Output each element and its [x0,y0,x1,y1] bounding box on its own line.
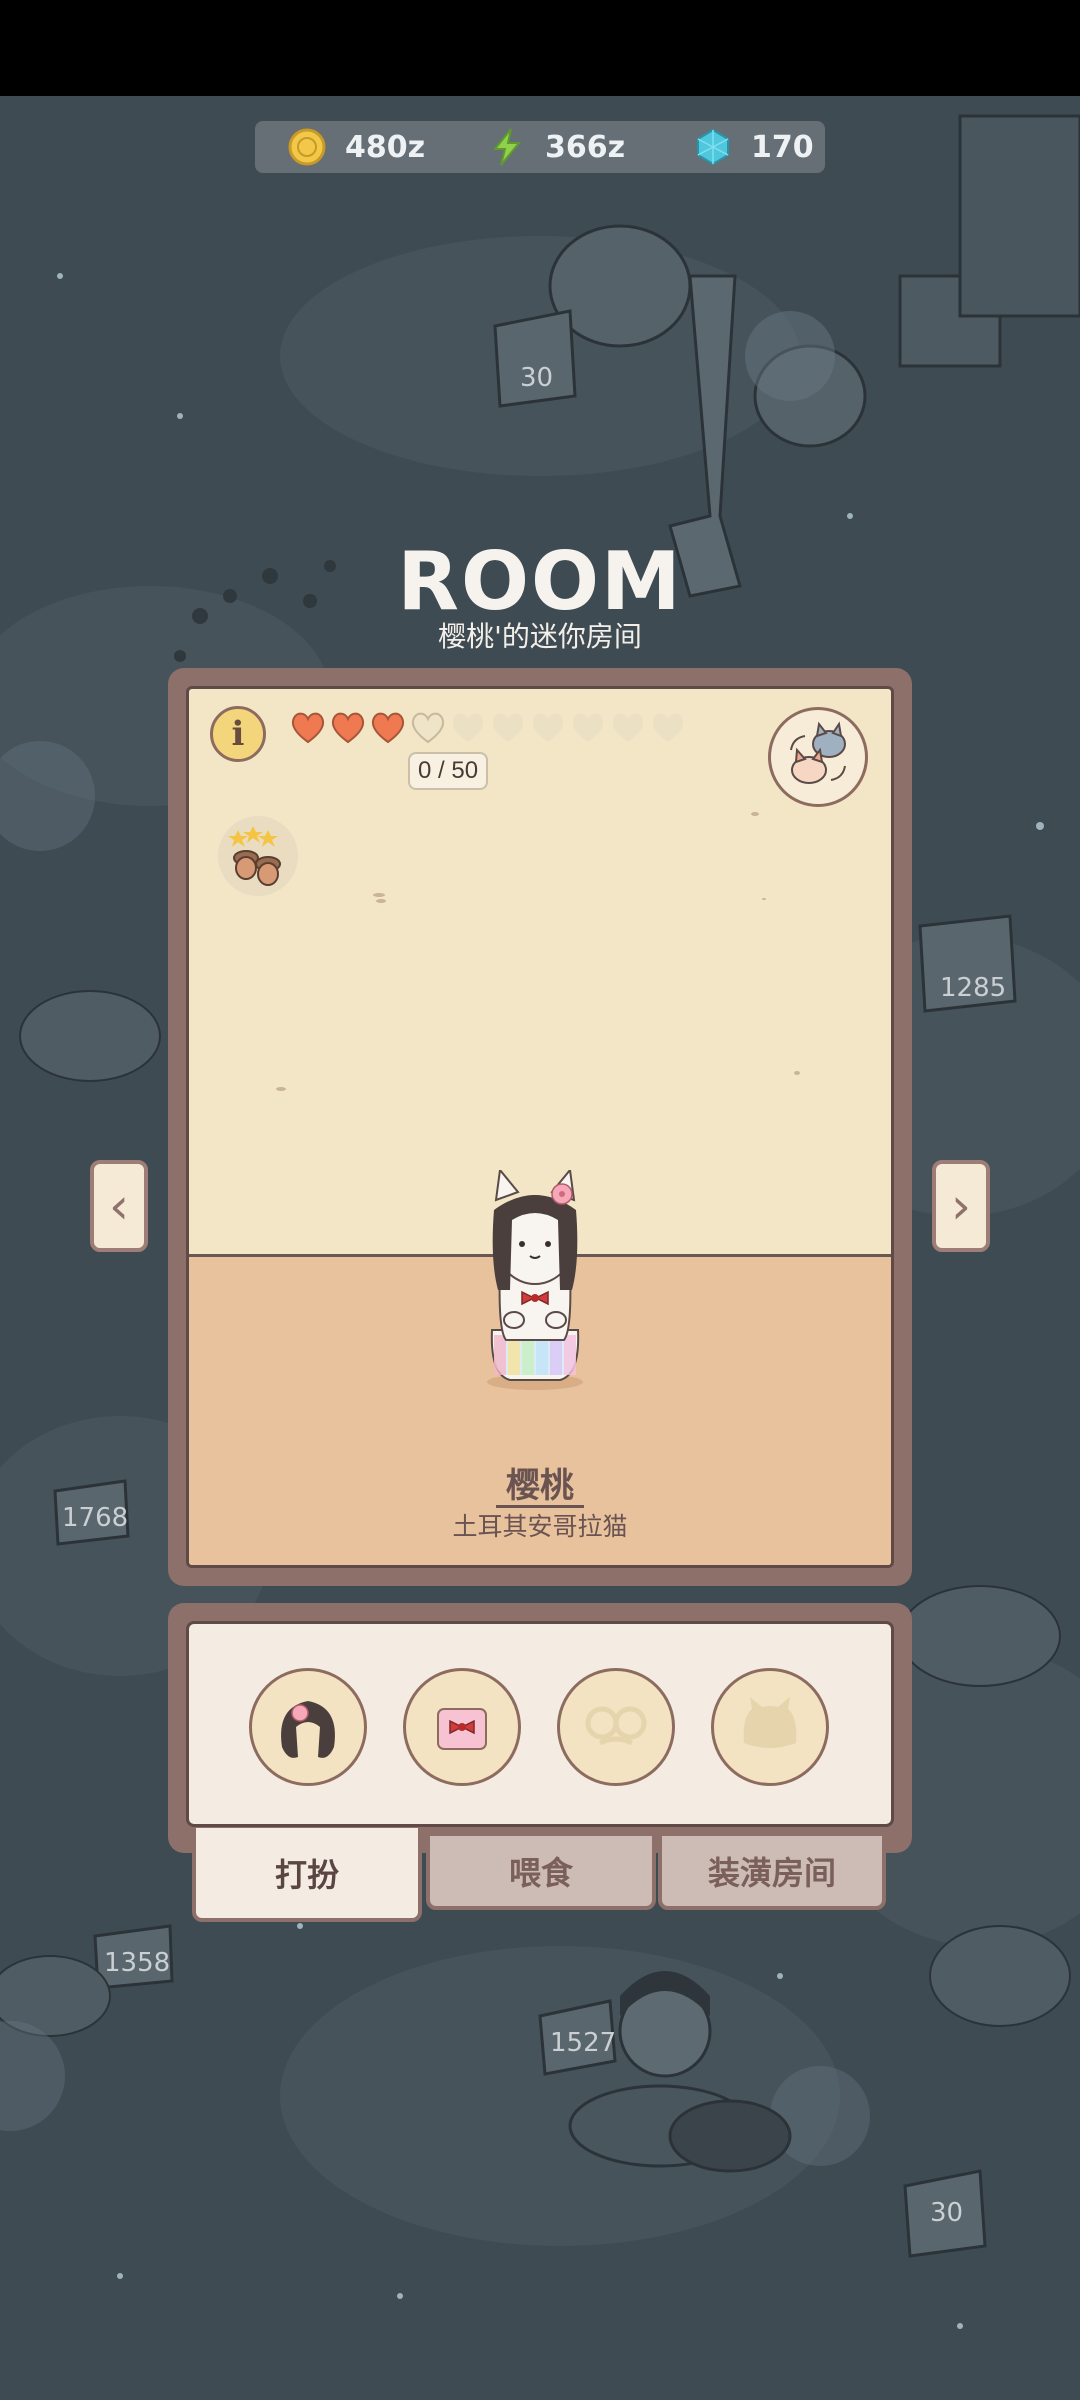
cat-face-icon [743,1697,797,1748]
lightning-icon [492,128,522,166]
heart-empty-icon [411,712,445,744]
energy-value: 366z [545,129,626,165]
acorn-rating-badge[interactable] [218,816,298,896]
status-bar [0,0,1080,96]
heart-empty-icon [532,713,564,742]
next-room-button[interactable]: › [932,1160,990,1252]
outfit-icon [437,1708,487,1750]
hair-slot[interactable] [249,1668,367,1786]
sign-label-4: 1358 [104,1948,170,1978]
chevron-left-icon: ‹ [109,1177,129,1235]
info-icon: i [231,714,245,754]
gem-icon [697,128,729,166]
coin-value: 480z [345,129,426,165]
heart-empty-icon [572,713,604,742]
heart-empty-icon [652,713,684,742]
energy-counter[interactable]: 366z [487,121,625,173]
heart-empty-icon [612,713,644,742]
outfit-slot[interactable] [403,1668,521,1786]
sign-label-1: 30 [520,363,553,393]
affection-progress: 0 / 50 [408,752,489,790]
heart-filled-icon [331,712,365,744]
tab-dress-up[interactable]: 打扮 [192,1828,422,1922]
sign-label-6: 30 [930,2198,963,2228]
glasses-icon [585,1706,647,1746]
info-button[interactable]: i [210,706,266,762]
cats-swap-icon [790,721,846,784]
heart-empty-icon [452,713,484,742]
pet-name: 樱桃 [506,1466,574,1506]
hair-icon [281,1701,335,1758]
heart-empty-icon [492,713,524,742]
coin-icon [288,128,326,166]
coin-counter[interactable]: 480z [287,121,425,173]
pet-breed: 土耳其安哥拉猫 [452,1512,628,1541]
room-owner-subtitle: 樱桃'的迷你房间 [438,620,642,653]
previous-room-button[interactable]: ‹ [90,1160,148,1252]
face-slot[interactable] [711,1668,829,1786]
affection-hearts [290,710,686,744]
sign-label-5: 1527 [550,2028,616,2058]
pet-cat[interactable] [470,1170,600,1392]
switch-pet-button[interactable] [768,707,868,807]
gem-counter[interactable]: 170 [693,121,814,173]
gem-value: 170 [751,129,814,165]
sign-label-2: 1285 [940,973,1006,1003]
heart-filled-icon [291,712,325,744]
tab-feed[interactable]: 喂食 [426,1832,656,1910]
heart-filled-icon [371,712,405,744]
tab-decorate-room[interactable]: 装潢房间 [658,1832,886,1910]
acorn-icon [228,826,281,886]
glasses-slot[interactable] [557,1668,675,1786]
currency-bar: 480z 366z 170 [255,121,825,173]
chevron-right-icon: › [951,1177,971,1235]
